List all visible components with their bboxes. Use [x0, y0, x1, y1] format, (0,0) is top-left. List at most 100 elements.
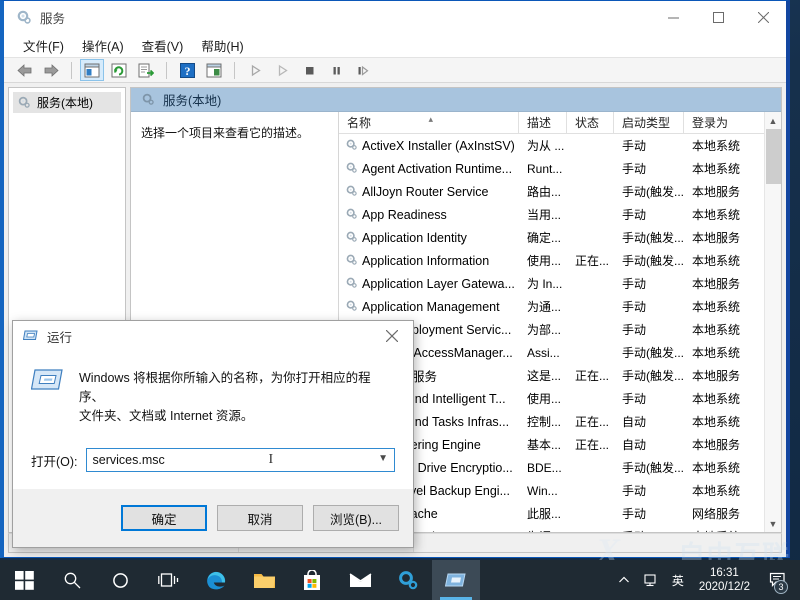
start-service-icon[interactable] — [243, 59, 267, 81]
service-startup-type-cell: 手动 — [622, 162, 647, 176]
browse-button[interactable]: 浏览(B)... — [313, 505, 399, 531]
run-command-input[interactable]: services.msc — [87, 453, 165, 467]
edge-button[interactable] — [192, 560, 240, 600]
pause-service-icon[interactable] — [324, 59, 348, 81]
back-icon[interactable] — [12, 59, 36, 81]
stop-service-icon[interactable] — [297, 59, 321, 81]
clock-date: 2020/12/2 — [698, 581, 750, 593]
window-title-bar: 服务 — [4, 1, 786, 33]
menu-help[interactable]: 帮助(H) — [192, 34, 252, 57]
run-window-icon — [445, 573, 466, 587]
service-description-cell: Assi... — [527, 345, 560, 360]
table-row[interactable]: Application Layer Gatewa... 为 In... 手动 本地服务 — [339, 272, 764, 295]
scroll-up-icon[interactable]: ▲ — [765, 112, 782, 129]
run-dialog-message-line2: 文件夹、文档或 Internet 资源。 — [79, 409, 254, 423]
search-button[interactable] — [48, 560, 96, 600]
list-column-headers: 名称 ▴ 描述 状态 启动类型 登录为 — [339, 112, 764, 134]
scrollbar-track[interactable] — [765, 129, 782, 515]
forward-icon[interactable] — [39, 59, 63, 81]
run-dialog-close-button[interactable] — [371, 321, 413, 351]
mail-button[interactable] — [336, 560, 384, 600]
refresh-icon[interactable] — [107, 59, 131, 81]
service-name-label: ActiveX Installer (AxInstSV) — [362, 138, 515, 153]
service-startup-type-cell: 手动(触发... — [622, 461, 684, 475]
service-name-cell: Application Identity — [339, 230, 519, 246]
table-row[interactable]: Application Identity 确定... 手动(触发... 本地服务 — [339, 226, 764, 249]
show-tree-icon[interactable] — [80, 59, 104, 81]
service-description-cell: 为从 ... — [527, 139, 565, 153]
service-description-cell: 控制... — [527, 415, 562, 429]
resume-service-icon[interactable] — [351, 59, 375, 81]
cortana-button[interactable] — [96, 560, 144, 600]
run-dialog-taskbar-button[interactable] — [432, 560, 480, 600]
export-list-icon[interactable] — [134, 59, 158, 81]
table-row[interactable]: Agent Activation Runtime... Runt... 手动 本地系统 — [339, 157, 764, 180]
scrollbar-thumb[interactable] — [765, 129, 781, 184]
restart-service-icon[interactable] — [270, 59, 294, 81]
window-controls — [651, 1, 786, 33]
table-row[interactable]: App Readiness 当用... 手动 本地系统 — [339, 203, 764, 226]
run-window-icon — [22, 328, 39, 345]
file-explorer-button[interactable] — [240, 560, 288, 600]
column-header-name[interactable]: 名称 ▴ — [339, 112, 519, 133]
column-header-name-label: 名称 — [347, 116, 372, 130]
settings-button[interactable] — [384, 560, 432, 600]
service-name-cell: App Readiness — [339, 207, 519, 223]
service-description-cell: 当用... — [527, 208, 562, 222]
service-startup-type-cell: 手动 — [622, 208, 647, 222]
table-row[interactable]: Application Information 使用... 正在... 手动(触发..… — [339, 249, 764, 272]
minimize-button[interactable] — [651, 1, 696, 33]
task-view-button[interactable] — [144, 560, 192, 600]
services-gear-icon — [345, 184, 358, 200]
service-startup-type-cell: 自动 — [622, 438, 647, 452]
service-status-cell: 正在... — [575, 369, 610, 383]
table-row[interactable]: AllJoyn Router Service 路由... 手动(触发... 本地服务 — [339, 180, 764, 203]
chevron-up-icon — [618, 576, 629, 583]
ok-button[interactable]: 确定 — [121, 505, 207, 531]
service-description-cell: 为部... — [527, 323, 562, 337]
run-command-combobox[interactable]: services.msc I ▼ — [85, 448, 395, 472]
table-row[interactable]: ActiveX Installer (AxInstSV) 为从 ... 手动 本地系统 — [339, 134, 764, 157]
services-gear-icon — [345, 299, 358, 315]
service-startup-type-cell: 手动(触发... — [622, 369, 684, 383]
run-dialog-title-bar: 运行 — [13, 321, 413, 351]
action-center-button[interactable]: 3 — [760, 560, 794, 600]
close-button[interactable] — [741, 1, 786, 33]
notification-badge: 3 — [774, 580, 788, 594]
service-logon-as-cell: 本地系统 — [692, 300, 741, 314]
service-logon-as-cell: 本地系统 — [692, 323, 741, 337]
edge-icon — [206, 571, 225, 589]
gear-icon — [399, 571, 418, 590]
menu-view[interactable]: 查看(V) — [133, 34, 193, 57]
store-button[interactable] — [288, 560, 336, 600]
services-gear-icon — [345, 276, 358, 292]
task-view-icon — [157, 572, 178, 587]
list-vertical-scrollbar[interactable]: ▲ ▼ — [764, 112, 781, 532]
cancel-button[interactable]: 取消 — [217, 505, 303, 531]
ime-mode-button[interactable] — [639, 560, 665, 600]
services-gear-icon — [16, 9, 32, 25]
scroll-down-icon[interactable]: ▼ — [765, 515, 782, 532]
menu-action[interactable]: 操作(A) — [73, 34, 133, 57]
service-description-cell: 使用... — [527, 254, 562, 268]
column-header-log-on-as[interactable]: 登录为 — [684, 112, 746, 133]
column-header-status[interactable]: 状态 — [567, 112, 614, 133]
show-details-icon[interactable] — [202, 59, 226, 81]
service-startup-type-cell: 手动(触发... — [622, 231, 684, 245]
service-logon-as-cell: 网络服务 — [692, 507, 741, 521]
menu-file[interactable]: 文件(F) — [14, 34, 73, 57]
column-header-description[interactable]: 描述 — [519, 112, 567, 133]
column-header-startup-type[interactable]: 启动类型 — [614, 112, 684, 133]
help-icon[interactable]: ? — [175, 59, 199, 81]
ime-language-indicator[interactable]: 英 — [667, 560, 689, 600]
table-row[interactable]: Application Management 为通... 手动 本地系统 — [339, 295, 764, 318]
toolbar: ? — [4, 57, 786, 83]
show-hidden-icons-button[interactable] — [611, 560, 637, 600]
maximize-button[interactable] — [696, 1, 741, 33]
clock[interactable]: 16:31 2020/12/2 — [691, 566, 758, 594]
open-label: 打开(O): — [31, 454, 78, 469]
service-startup-type-cell: 手动(触发... — [622, 346, 684, 360]
chevron-down-icon[interactable]: ▼ — [378, 453, 388, 464]
tree-item-services-local[interactable]: 服务(本地) — [13, 92, 121, 113]
start-button[interactable] — [0, 560, 48, 600]
